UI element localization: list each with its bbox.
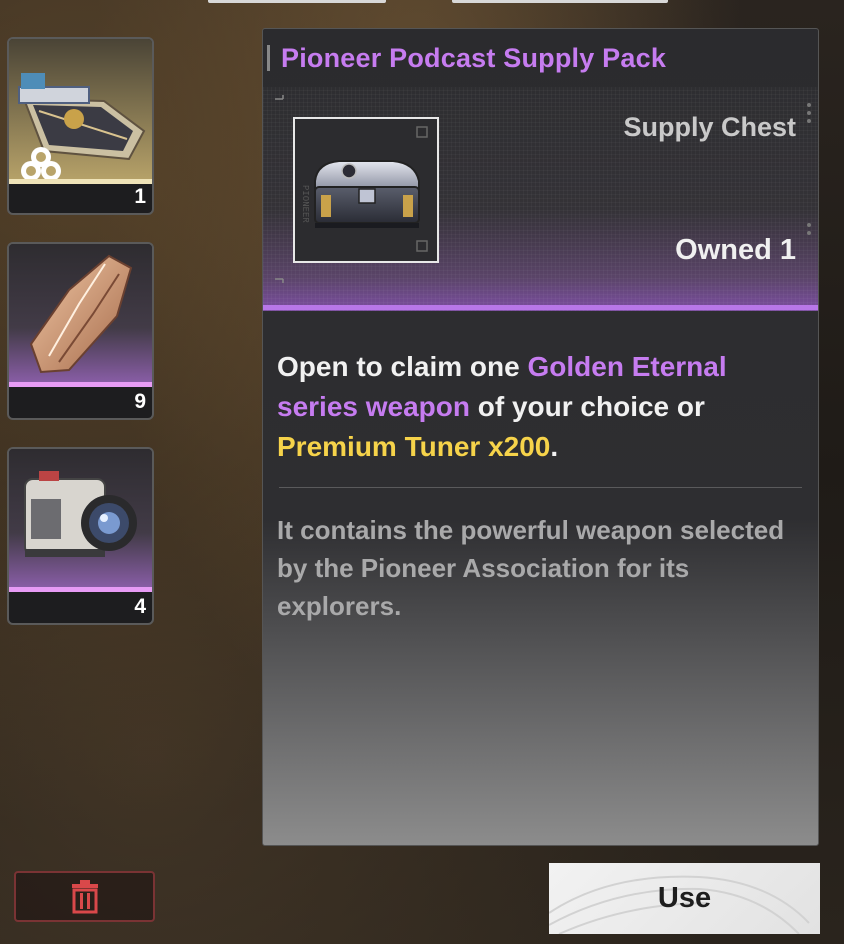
- use-button-label: Use: [657, 882, 712, 914]
- inventory-item-camera[interactable]: 4: [7, 447, 154, 625]
- owned-count: Owned 1: [675, 234, 796, 266]
- desc-text: Open to claim one: [277, 351, 528, 382]
- use-button[interactable]: Use: [549, 863, 820, 934]
- top-tab-right[interactable]: [452, 0, 668, 3]
- desc-text: of your choice or: [469, 391, 705, 422]
- item-lore-text: It contains the powerful weapon selected…: [277, 515, 785, 621]
- inventory-item-weapon[interactable]: 1: [7, 37, 154, 215]
- item-type-label: Supply Chest: [623, 112, 796, 142]
- item-count: 1: [134, 185, 146, 208]
- desc-text: .: [550, 431, 559, 462]
- camera-icon: [9, 449, 152, 589]
- item-title: Pioneer Podcast Supply Pack: [281, 43, 667, 73]
- weapon-icon: [9, 39, 152, 184]
- rarity-bar: [9, 587, 152, 592]
- item-count: 4: [134, 595, 146, 618]
- rarity-bar: [9, 179, 152, 184]
- desc-highlight-tuner: Premium Tuner x200: [277, 431, 551, 462]
- crystal-icon: [9, 244, 152, 384]
- rarity-underline: [263, 305, 818, 310]
- panel-header: Pioneer Podcast Supply Pack: [263, 29, 818, 87]
- divider: [279, 487, 802, 488]
- delete-button[interactable]: [14, 871, 155, 922]
- supply-chest-icon: PIONEER: [295, 119, 437, 261]
- top-tab-left[interactable]: [208, 0, 386, 3]
- inventory-item-crystal[interactable]: 9: [7, 242, 154, 420]
- item-effect-description: Open to claim one Golden Eternal series …: [277, 347, 812, 467]
- item-detail-panel: Pioneer Podcast Supply Pack PIONEER Supp…: [262, 28, 819, 846]
- title-marker: [267, 45, 270, 71]
- rarity-bar: [9, 382, 152, 387]
- trash-icon: [71, 879, 98, 913]
- svg-text:PIONEER: PIONEER: [300, 185, 310, 223]
- item-count: 9: [134, 390, 146, 413]
- item-thumbnail-frame: PIONEER: [293, 117, 439, 263]
